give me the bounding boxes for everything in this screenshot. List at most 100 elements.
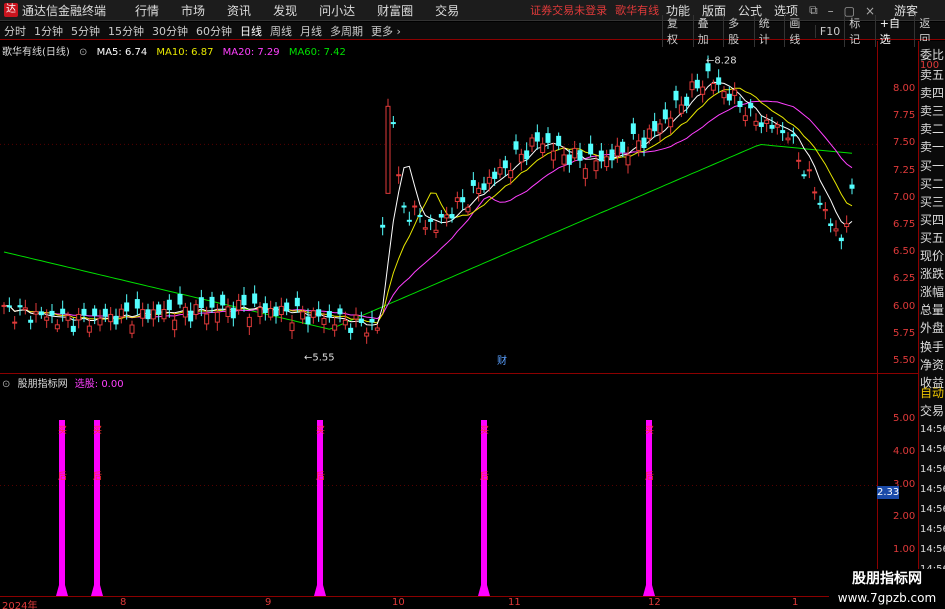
candle <box>60 308 66 315</box>
quote-field-14: 总量 <box>920 303 945 318</box>
candle <box>737 100 743 108</box>
candle <box>668 117 674 128</box>
quote-field-13: 涨幅 <box>920 285 945 300</box>
candle <box>156 304 162 315</box>
menu-quotes[interactable]: 行情 <box>124 2 170 19</box>
candle <box>817 202 823 205</box>
legend-ma10: MA10: 6.87 <box>156 47 214 58</box>
quote-field-7: 买二 <box>920 176 945 191</box>
candle <box>529 137 535 147</box>
signal-label-top: 买 <box>316 425 325 436</box>
period-5min[interactable]: 5分钟 <box>67 23 104 39</box>
candle <box>337 308 343 315</box>
candle <box>76 313 82 321</box>
candle <box>278 305 284 316</box>
signal-label-top: 买 <box>645 425 654 436</box>
menu-ask[interactable]: 问小达 <box>308 2 366 19</box>
quote-field-16: 换手 <box>920 339 945 354</box>
quote-field-17: 净资 <box>920 357 945 372</box>
period-timeshare[interactable]: 分时 <box>0 23 30 39</box>
date-tick: 12 <box>648 597 661 608</box>
period-15min[interactable]: 15分钟 <box>104 23 148 39</box>
period-30min[interactable]: 30分钟 <box>148 23 192 39</box>
period-monthly[interactable]: 月线 <box>296 23 326 39</box>
candle <box>412 205 418 208</box>
add-watchlist-button[interactable]: +自选 <box>874 15 915 47</box>
period-weekly[interactable]: 周线 <box>266 23 296 39</box>
candle <box>822 208 828 212</box>
quote-field-4: 卖二 <box>920 122 945 137</box>
candle <box>524 150 530 160</box>
candle <box>33 311 39 315</box>
candle <box>764 119 770 124</box>
period-daily[interactable]: 日线 <box>236 23 266 39</box>
minimize-icon[interactable]: – <box>823 4 839 18</box>
candle <box>486 176 492 184</box>
menu-wealth[interactable]: 财富圈 <box>366 2 424 19</box>
menu-discover[interactable]: 发现 <box>262 2 308 19</box>
candle <box>332 324 338 331</box>
signal-label-bottom: 后 <box>93 471 102 482</box>
candle <box>684 96 690 106</box>
current-value-badge: 2.33 <box>877 486 900 499</box>
axis-divider <box>877 41 878 596</box>
candle <box>172 319 178 331</box>
buy-signal-bar <box>59 420 65 588</box>
candle <box>342 319 348 326</box>
trade-time: 14:56 <box>920 444 945 455</box>
candle <box>252 293 258 304</box>
menu-news[interactable]: 资讯 <box>216 2 262 19</box>
candle <box>545 133 551 143</box>
menu-trade[interactable]: 交易 <box>424 2 470 19</box>
buy-signal-bar <box>317 420 323 588</box>
candle <box>369 318 375 323</box>
candle <box>774 124 780 128</box>
candle <box>198 297 204 308</box>
login-status[interactable]: 证券交易未登录 <box>530 2 607 18</box>
candle <box>6 305 12 308</box>
period-1min[interactable]: 1分钟 <box>30 23 67 39</box>
stock-title: 歌华有线 <box>615 4 660 17</box>
price-tick: 7.25 <box>893 164 916 176</box>
candle <box>188 310 194 322</box>
candle <box>268 308 274 318</box>
candle <box>849 184 855 189</box>
price-tick: 6.50 <box>893 246 916 258</box>
quote-field-6: 买一 <box>920 158 945 173</box>
period-60min[interactable]: 60分钟 <box>192 23 236 39</box>
candle <box>444 214 450 219</box>
candle <box>609 149 615 161</box>
period-more[interactable]: 更多 › <box>367 23 405 39</box>
trade-time: 14:56 <box>920 484 945 495</box>
candle <box>806 169 812 172</box>
candle <box>577 150 583 161</box>
candle <box>348 327 354 333</box>
sub-indicator-value: 选股: 0.00 <box>74 379 124 390</box>
candle <box>300 311 306 320</box>
buy-signal-bar <box>94 420 100 588</box>
legend-toggle-icon[interactable]: ⊙ <box>79 47 87 58</box>
candle <box>428 219 434 222</box>
candle <box>220 294 226 306</box>
menu-market[interactable]: 市场 <box>170 2 216 19</box>
trade-time: 14:56 <box>920 464 945 475</box>
candle <box>844 223 850 228</box>
candle <box>492 171 498 179</box>
candle <box>113 315 119 325</box>
period-multi[interactable]: 多周期 <box>326 23 367 39</box>
candle <box>561 154 567 165</box>
candle <box>481 183 487 190</box>
candle <box>801 174 807 177</box>
candle <box>449 214 455 219</box>
candle <box>417 214 423 217</box>
candle <box>513 141 519 150</box>
candle <box>241 294 247 306</box>
candle <box>438 213 444 218</box>
f10-button[interactable]: F10 <box>814 24 844 38</box>
candle <box>625 154 631 166</box>
candle <box>694 79 700 89</box>
watermark: 股朋指标网 www.7gpzb.com <box>829 569 945 609</box>
kline-chart[interactable]: 买后 买后 买后 买后 买后 ←8.28 ←5.55 财 <box>0 41 877 596</box>
sub-toggle-icon[interactable]: ⊙ <box>2 379 10 390</box>
candle <box>289 322 295 332</box>
